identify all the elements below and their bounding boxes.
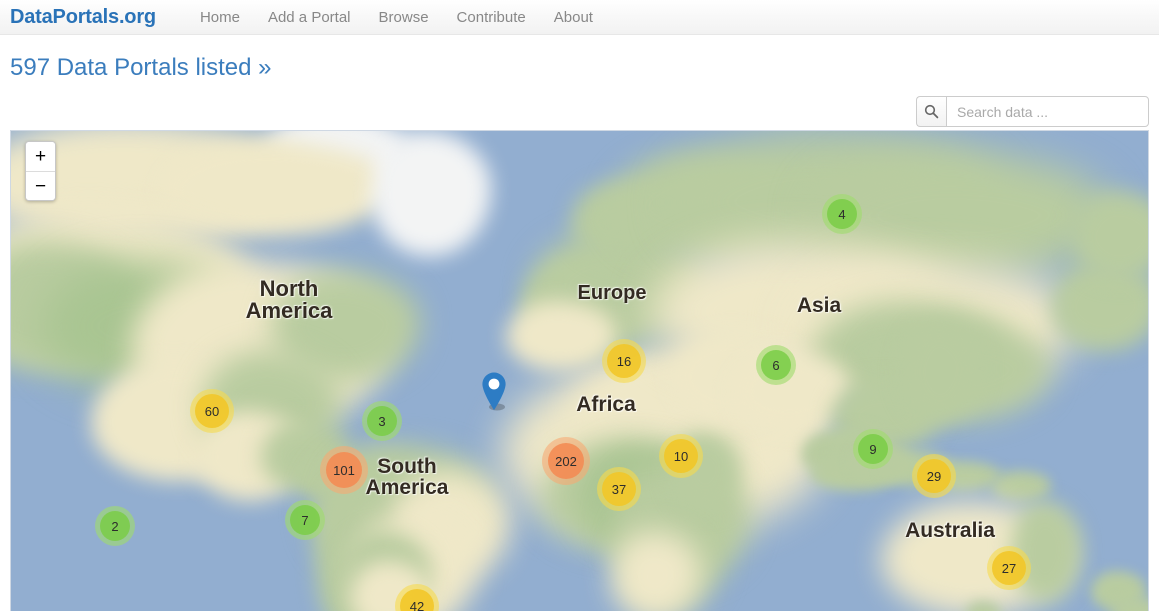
cluster-count: 4 bbox=[827, 199, 857, 229]
cluster-marker[interactable]: 2 bbox=[95, 506, 135, 546]
search-input[interactable] bbox=[946, 96, 1149, 127]
map-tiles: North America Europe Asia Africa South A… bbox=[11, 131, 1148, 611]
nav-link-about[interactable]: About bbox=[540, 0, 607, 35]
cluster-marker[interactable]: 7 bbox=[285, 500, 325, 540]
zoom-in-button[interactable]: + bbox=[26, 142, 55, 171]
search-button[interactable] bbox=[916, 96, 946, 127]
cluster-count: 10 bbox=[664, 439, 698, 473]
cluster-count: 6 bbox=[761, 350, 791, 380]
nav-link-browse[interactable]: Browse bbox=[365, 0, 443, 35]
brand-logo[interactable]: DataPortals.org bbox=[10, 0, 156, 35]
cluster-marker[interactable]: 60 bbox=[190, 389, 234, 433]
cluster-count: 27 bbox=[992, 551, 1026, 585]
cluster-marker[interactable]: 27 bbox=[987, 546, 1031, 590]
cluster-marker[interactable]: 16 bbox=[602, 339, 646, 383]
search-icon bbox=[924, 104, 939, 119]
nav-link-contribute[interactable]: Contribute bbox=[443, 0, 540, 35]
top-navbar: DataPortals.org Home Add a Portal Browse… bbox=[0, 0, 1159, 35]
nav-link-add-a-portal[interactable]: Add a Portal bbox=[254, 0, 365, 35]
map-container[interactable]: North America Europe Asia Africa South A… bbox=[10, 130, 1149, 611]
cluster-count: 60 bbox=[195, 394, 229, 428]
zoom-out-button[interactable]: − bbox=[26, 171, 55, 200]
cluster-marker[interactable]: 4 bbox=[822, 194, 862, 234]
location-pin-icon bbox=[482, 372, 506, 411]
nav-link-home[interactable]: Home bbox=[186, 0, 254, 35]
cluster-count: 16 bbox=[607, 344, 641, 378]
cluster-count: 37 bbox=[602, 472, 636, 506]
cluster-marker[interactable]: 29 bbox=[912, 454, 956, 498]
cluster-count: 9 bbox=[858, 434, 888, 464]
cluster-marker[interactable]: 6 bbox=[756, 345, 796, 385]
cluster-count: 42 bbox=[400, 589, 434, 611]
cluster-marker[interactable]: 101 bbox=[320, 446, 368, 494]
primary-nav: Home Add a Portal Browse Contribute Abou… bbox=[186, 0, 607, 35]
cluster-count: 202 bbox=[548, 443, 584, 479]
search-bar bbox=[916, 96, 1149, 127]
cluster-count: 7 bbox=[290, 505, 320, 535]
cluster-marker[interactable]: 9 bbox=[853, 429, 893, 469]
cluster-count: 101 bbox=[326, 452, 362, 488]
cluster-marker[interactable]: 10 bbox=[659, 434, 703, 478]
location-pin[interactable] bbox=[480, 371, 508, 413]
cluster-marker[interactable]: 3 bbox=[362, 401, 402, 441]
cluster-count: 3 bbox=[367, 406, 397, 436]
cluster-marker[interactable]: 202 bbox=[542, 437, 590, 485]
cluster-count: 29 bbox=[917, 459, 951, 493]
cluster-marker[interactable]: 37 bbox=[597, 467, 641, 511]
page-title[interactable]: 597 Data Portals listed » bbox=[0, 35, 1159, 83]
map-zoom-control: + − bbox=[25, 141, 56, 201]
cluster-count: 2 bbox=[100, 511, 130, 541]
